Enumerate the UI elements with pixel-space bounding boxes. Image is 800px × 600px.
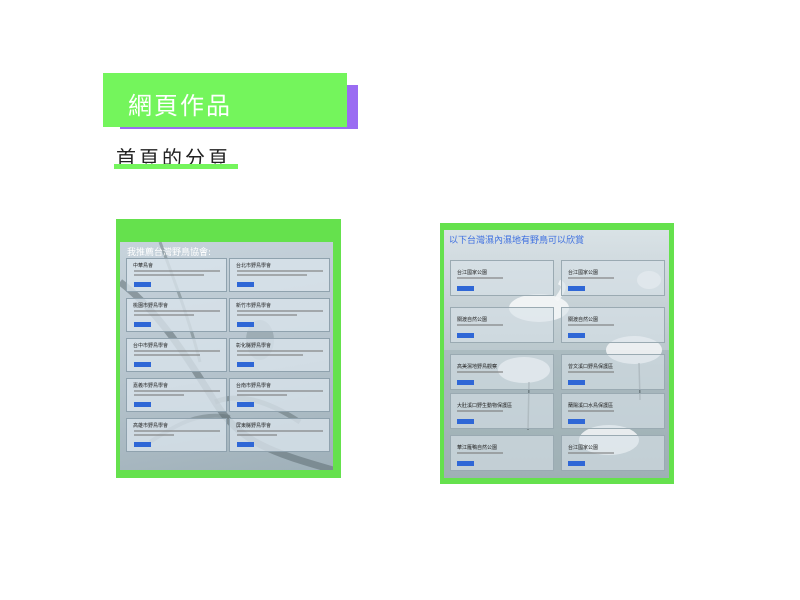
wetland-card: 台江國家公園 [450, 260, 554, 296]
card-link-button[interactable] [134, 282, 151, 287]
left-heading: 我推薦台灣野鳥協會: [127, 248, 212, 258]
right-screenshot-frame: 以下台灣濕內濕地有野鳥可以欣賞 台江國家公園 台江國家公園 關渡自然公園 關渡自… [440, 223, 674, 484]
association-card: 台北市野鳥學會 [229, 258, 330, 292]
card-link-button[interactable] [568, 380, 585, 385]
right-screenshot: 以下台灣濕內濕地有野鳥可以欣賞 台江國家公園 台江國家公園 關渡自然公園 關渡自… [444, 230, 669, 478]
association-card: 嘉義市野鳥學會 [126, 378, 227, 412]
card-link-button[interactable] [568, 419, 585, 424]
card-link-button[interactable] [134, 442, 151, 447]
card-link-button[interactable] [237, 362, 254, 367]
card-title: 中華鳥會 [133, 263, 154, 269]
card-title: 高美濕地野鳥觀察 [457, 364, 498, 370]
card-link-button[interactable] [457, 333, 474, 338]
card-link-button[interactable] [568, 461, 585, 466]
card-link-button[interactable] [237, 402, 254, 407]
card-link-button[interactable] [457, 380, 474, 385]
card-title: 大肚溪口野生動物保護區 [457, 403, 513, 409]
card-link-button[interactable] [457, 286, 474, 291]
card-link-button[interactable] [568, 286, 585, 291]
association-card: 台南市野鳥學會 [229, 378, 330, 412]
subtitle-underline [114, 164, 238, 169]
wetland-card: 曾文溪口野鳥保護區 [561, 354, 665, 390]
card-title: 台江國家公園 [568, 270, 599, 276]
card-title: 台南市野鳥學會 [236, 383, 272, 389]
association-card: 中華鳥會 [126, 258, 227, 292]
card-link-button[interactable] [134, 362, 151, 367]
wetland-card: 台江國家公園 [561, 435, 665, 471]
card-title: 台江國家公園 [568, 445, 599, 451]
card-title: 曾文溪口野鳥保護區 [568, 364, 614, 370]
right-heading: 以下台灣濕內濕地有野鳥可以欣賞 [449, 236, 585, 246]
card-title: 蘭陽溪口水鳥保護區 [568, 403, 614, 409]
card-link-button[interactable] [134, 322, 151, 327]
wetland-card: 關渡自然公園 [450, 307, 554, 343]
card-title: 新竹市野鳥學會 [236, 303, 272, 309]
association-card: 高雄市野鳥學會 [126, 418, 227, 452]
card-link-button[interactable] [237, 282, 254, 287]
card-link-button[interactable] [457, 461, 474, 466]
card-title: 嘉義市野鳥學會 [133, 383, 169, 389]
card-link-button[interactable] [568, 333, 585, 338]
card-title: 關渡自然公園 [568, 317, 599, 323]
card-title: 高雄市野鳥學會 [133, 423, 169, 429]
card-link-button[interactable] [134, 402, 151, 407]
wetland-card: 關渡自然公園 [561, 307, 665, 343]
association-card: 新竹市野鳥學會 [229, 298, 330, 332]
card-link-button[interactable] [237, 442, 254, 447]
wetland-card: 高美濕地野鳥觀察 [450, 354, 554, 390]
card-link-button[interactable] [457, 419, 474, 424]
card-title: 關渡自然公園 [457, 317, 488, 323]
card-title: 台江國家公園 [457, 270, 488, 276]
card-title: 桃園市野鳥學會 [133, 303, 169, 309]
association-card: 屏東縣野鳥學會 [229, 418, 330, 452]
card-title: 華江雁鴨自然公園 [457, 445, 498, 451]
left-screenshot-frame: 我推薦台灣野鳥協會: 中華鳥會 台北市野鳥學會 桃園市野鳥學會 新竹市野鳥學會 [116, 219, 341, 478]
wetland-card: 大肚溪口野生動物保護區 [450, 393, 554, 429]
wetland-card: 台江國家公園 [561, 260, 665, 296]
card-title: 彰化縣野鳥學會 [236, 343, 272, 349]
association-card: 桃園市野鳥學會 [126, 298, 227, 332]
card-title: 屏東縣野鳥學會 [236, 423, 272, 429]
card-title: 台中市野鳥學會 [133, 343, 169, 349]
wetland-card: 蘭陽溪口水鳥保護區 [561, 393, 665, 429]
association-card: 台中市野鳥學會 [126, 338, 227, 372]
page-title: 網頁作品 [128, 92, 232, 120]
card-title: 台北市野鳥學會 [236, 263, 272, 269]
association-card: 彰化縣野鳥學會 [229, 338, 330, 372]
wetland-card: 華江雁鴨自然公園 [450, 435, 554, 471]
left-screenshot: 我推薦台灣野鳥協會: 中華鳥會 台北市野鳥學會 桃園市野鳥學會 新竹市野鳥學會 [120, 242, 333, 470]
card-link-button[interactable] [237, 322, 254, 327]
